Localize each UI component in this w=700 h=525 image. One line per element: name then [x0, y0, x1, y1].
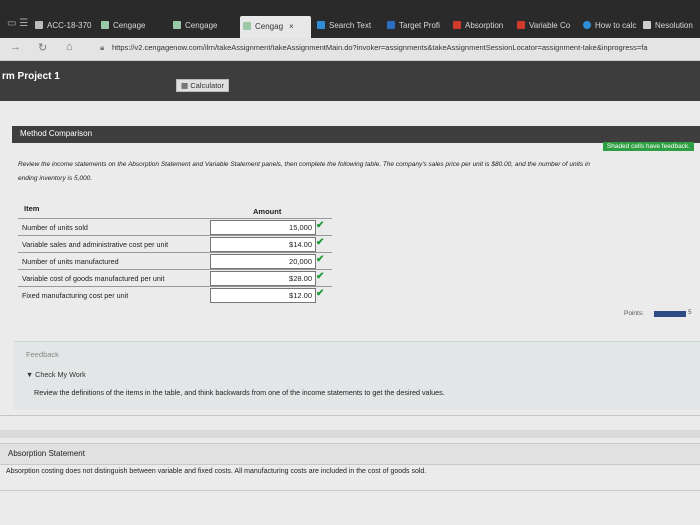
absorption-title: Absorption Statement: [8, 449, 85, 458]
tab-label: Cengag: [255, 22, 284, 31]
triangle-down-icon: ▼: [26, 370, 34, 379]
lock-icon: 🔒︎: [100, 43, 105, 52]
header-item: Item: [24, 204, 40, 213]
divider: [0, 415, 700, 416]
page-icon: [643, 21, 651, 29]
feedback-text: Review the definitions of the items in t…: [34, 388, 445, 397]
divider: [0, 490, 700, 491]
tab-label: Variable Co: [529, 21, 571, 30]
check-my-work-label: Check My Work: [35, 370, 86, 379]
tab-label: Absorption: [465, 21, 504, 30]
row-label: Variable cost of goods manufactured per …: [22, 274, 165, 283]
search-icon: [317, 21, 325, 29]
home-icon[interactable]: ⌂: [66, 41, 73, 53]
cengage-icon: [101, 21, 109, 29]
forward-icon[interactable]: →: [10, 41, 21, 53]
row-label: Variable sales and administrative cost p…: [22, 240, 169, 249]
amount-input[interactable]: $12.00: [210, 288, 316, 303]
instructions: Review the income statements on the Abso…: [18, 158, 698, 186]
calculator-button[interactable]: ▦ Calculator: [176, 79, 229, 92]
tab-0[interactable]: ACC-18-370: [32, 14, 91, 38]
table-row: Variable sales and administrative cost p…: [18, 235, 332, 253]
tab-8[interactable]: How to calc: [580, 14, 636, 38]
tab-label: Target Profi: [399, 21, 440, 30]
tab-label: How to calc: [595, 21, 637, 30]
divider: [0, 430, 700, 438]
tab-label: Nesolution: [655, 21, 693, 30]
points-value: 5: [688, 309, 692, 316]
row-label: Number of units manufactured: [22, 257, 119, 266]
page-icon: [583, 21, 591, 29]
instructions-line-2: ending inventory is 5,000.: [18, 175, 93, 182]
tab-5[interactable]: Target Profi: [384, 14, 440, 38]
amount-input[interactable]: 20,000: [210, 254, 316, 269]
browser-tab-bar: ▭ ☰ ACC-18-370 Cengage Cengage Cengag × S…: [0, 0, 700, 38]
tab-1[interactable]: Cengage: [98, 14, 145, 38]
amount-value: 15,000: [289, 223, 312, 232]
header-amount: Amount: [253, 207, 282, 216]
cengage-icon: [243, 22, 251, 30]
amount-input[interactable]: $28.00: [210, 271, 316, 286]
youtube-icon: [453, 21, 461, 29]
amount-value: $28.00: [289, 274, 312, 283]
tab-label: ACC-18-370: [47, 21, 92, 30]
check-icon: ✔: [316, 254, 325, 265]
calculator-icon: ▦: [181, 81, 189, 90]
tab-label: Cengage: [113, 21, 146, 30]
panel-title: Method Comparison: [20, 129, 93, 138]
close-tab-icon[interactable]: ×: [289, 22, 294, 31]
table-row: Number of units manufactured 20,000 ✔: [18, 252, 332, 270]
row-label: Number of units sold: [22, 223, 88, 232]
tab-4[interactable]: Search Text: [314, 14, 371, 38]
absorption-text: Absorption costing does not distinguish …: [6, 468, 427, 475]
tab-7[interactable]: Variable Co: [514, 14, 570, 38]
amount-value: $14.00: [289, 240, 312, 249]
shaded-cells-note: Shaded cells have feedback.: [602, 142, 694, 151]
tab-3-active[interactable]: Cengag ×: [240, 16, 311, 38]
feedback-title: Feedback: [26, 350, 59, 359]
table-row: Fixed manufacturing cost per unit $12.00…: [18, 286, 332, 304]
absorption-header[interactable]: Absorption Statement: [0, 443, 700, 465]
app-header: rm Project 1: [0, 61, 700, 101]
tab-9[interactable]: Nesolution: [640, 14, 693, 38]
check-icon: ✔: [316, 288, 325, 299]
project-title: rm Project 1: [2, 71, 60, 82]
amount-input[interactable]: 15,000: [210, 220, 316, 235]
amount-value: 20,000: [289, 257, 312, 266]
tab-2[interactable]: Cengage: [170, 14, 217, 38]
panel-header: Method Comparison: [12, 126, 700, 143]
browser-nav-bar: → ↻ ⌂ 🔒︎ https://v2.cengagenow.com/ilrn/…: [0, 38, 700, 61]
points-label: Points:: [624, 310, 644, 317]
instructions-line-1: Review the income statements on the Abso…: [18, 161, 591, 168]
check-icon: ✔: [316, 271, 325, 282]
table-row: Variable cost of goods manufactured per …: [18, 269, 332, 287]
amount-value: $12.00: [289, 291, 312, 300]
check-my-work-toggle[interactable]: ▼ Check My Work: [26, 370, 86, 379]
points-bar: [654, 311, 686, 317]
feedback-panel: [14, 341, 700, 410]
youtube-icon: [517, 21, 525, 29]
cengage-icon: [173, 21, 181, 29]
tab-actions-icon[interactable]: ▭ ☰: [4, 12, 28, 36]
tab-label: Cengage: [185, 21, 218, 30]
tab-label: Search Text: [329, 21, 372, 30]
page-icon: [387, 21, 395, 29]
page: ▭ ☰ ACC-18-370 Cengage Cengage Cengag × S…: [0, 0, 700, 525]
refresh-icon[interactable]: ↻: [38, 41, 47, 54]
row-label: Fixed manufacturing cost per unit: [22, 291, 129, 300]
table-row: Number of units sold 15,000 ✔: [18, 218, 332, 236]
check-icon: ✔: [316, 237, 325, 248]
page-icon: [35, 21, 43, 29]
check-icon: ✔: [316, 220, 325, 231]
calculator-label: Calculator: [190, 81, 224, 90]
amount-input[interactable]: $14.00: [210, 237, 316, 252]
address-bar[interactable]: https://v2.cengagenow.com/ilrn/takeAssig…: [112, 43, 648, 52]
tab-6[interactable]: Absorption: [450, 14, 503, 38]
